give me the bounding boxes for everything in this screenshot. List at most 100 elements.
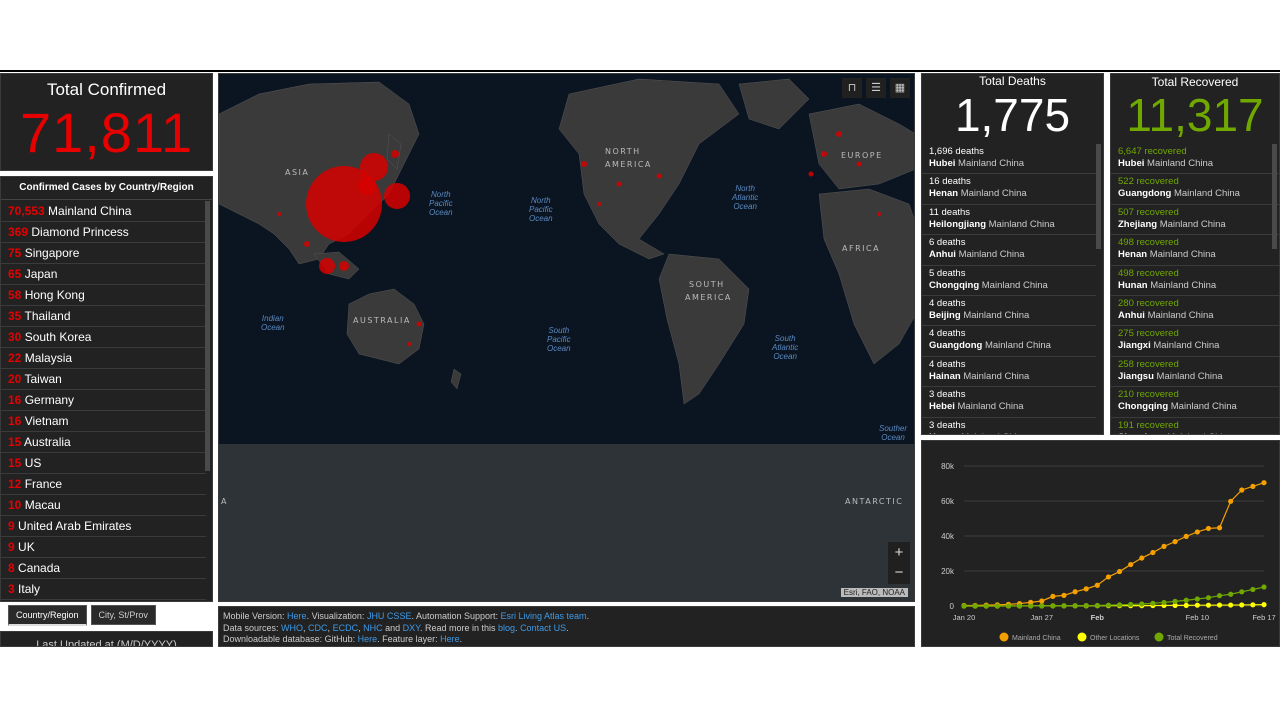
- country-row[interactable]: 9 UK: [1, 537, 206, 558]
- country-row[interactable]: 16 Vietnam: [1, 411, 206, 432]
- country-row[interactable]: 20 Taiwan: [1, 369, 206, 390]
- country-count: 12: [8, 477, 22, 491]
- province-name: Chongqing: [929, 279, 980, 291]
- zoom-out-button[interactable]: −: [888, 562, 910, 584]
- feature-layer-link[interactable]: Here: [440, 634, 460, 644]
- country-row[interactable]: 9 United Arab Emirates: [1, 516, 206, 537]
- recovered-row[interactable]: 210 recovered Chongqing Mainland China: [1111, 387, 1279, 418]
- qr-icon[interactable]: ▦: [890, 78, 910, 98]
- country-name: Mainland China: [48, 204, 132, 218]
- country-row[interactable]: 70,553 Mainland China: [1, 201, 206, 222]
- esri-team-link[interactable]: Esri Living Atlas team: [501, 611, 587, 621]
- label-north-atlantic: North Atlantic Ocean: [732, 184, 759, 211]
- deaths-list-scrollbar[interactable]: [1096, 144, 1101, 249]
- country-row[interactable]: 369 Diamond Princess: [1, 222, 206, 243]
- recovered-row[interactable]: 275 recovered Jiangxi Mainland China: [1111, 326, 1279, 357]
- github-link[interactable]: Here: [358, 634, 378, 644]
- case-bubble-us-east: [656, 173, 662, 179]
- recovered-list-scrollbar[interactable]: [1272, 144, 1277, 249]
- deaths-row[interactable]: 4 deaths Guangdong Mainland China: [922, 326, 1096, 357]
- deaths-row[interactable]: 4 deaths Hainan Mainland China: [922, 357, 1096, 388]
- country-row[interactable]: 75 Singapore: [1, 243, 206, 264]
- recovered-row[interactable]: 507 recovered Zhejiang Mainland China: [1111, 205, 1279, 236]
- country-row[interactable]: Philippines: [1, 600, 206, 601]
- recovered-row[interactable]: 498 recovered Henan Mainland China: [1111, 235, 1279, 266]
- country-row[interactable]: 58 Hong Kong: [1, 285, 206, 306]
- country-count: 70,553: [8, 204, 45, 218]
- country-count: 65: [8, 267, 22, 281]
- tab-city-state-province[interactable]: City, St/Prov: [90, 605, 156, 625]
- country-row[interactable]: 8 Canada: [1, 558, 206, 579]
- landmass-europe: [808, 103, 914, 190]
- country-list[interactable]: 70,553 Mainland China 369 Diamond Princes…: [1, 201, 206, 601]
- series-point-0: [1061, 592, 1067, 598]
- nhc-link[interactable]: NHC: [363, 623, 383, 633]
- contact-us-link[interactable]: Contact US: [520, 623, 566, 633]
- deaths-row[interactable]: 1,696 deaths Hubei Mainland China: [922, 144, 1096, 175]
- total-recovered-panel: Total Recovered 11,317 6,647 recovered Hu…: [1110, 73, 1280, 435]
- recovered-list[interactable]: 6,647 recovered Hubei Mainland China 522 r…: [1111, 144, 1279, 434]
- deaths-row[interactable]: 3 deathsHunan Mainland China: [922, 418, 1096, 434]
- map-view[interactable]: ⊓ ☰ ▦ ASIA NORTH AMERICA EUROPE AFRICA S…: [218, 73, 915, 602]
- series-point-2: [994, 603, 1000, 609]
- country-row[interactable]: 10 Macau: [1, 495, 206, 516]
- region-name: Mainland China: [1159, 218, 1226, 230]
- bookmark-icon[interactable]: ⊓: [842, 78, 862, 98]
- country-row[interactable]: 35 Thailand: [1, 306, 206, 327]
- country-row[interactable]: 12 France: [1, 474, 206, 495]
- label-australia: AUSTRALIA: [353, 316, 411, 325]
- recovered-row[interactable]: 498 recovered Hunan Mainland China: [1111, 266, 1279, 296]
- province-name: Henan: [1118, 249, 1148, 261]
- who-link[interactable]: WHO: [281, 623, 303, 633]
- dxy-link[interactable]: DXY: [403, 623, 420, 633]
- tab-country-region[interactable]: Country/Region: [8, 605, 87, 626]
- province-name: Hunan: [1118, 279, 1148, 291]
- country-row[interactable]: 22 Malaysia: [1, 348, 206, 369]
- deaths-row[interactable]: 11 deaths Heilongjiang Mainland China: [922, 205, 1096, 236]
- country-row[interactable]: 15 US: [1, 453, 206, 474]
- country-list-panel: Confirmed Cases by Country/Region 70,553…: [0, 176, 213, 602]
- blog-link[interactable]: blog: [498, 623, 515, 633]
- province-name: Chongqing: [1118, 401, 1169, 413]
- region-name: Mainland China: [1147, 158, 1214, 169]
- series-point-0: [1172, 539, 1178, 545]
- x-tick-label: Jan 27: [1031, 613, 1054, 622]
- province-name: Hainan: [929, 370, 961, 382]
- recovered-row[interactable]: 6,647 recovered Hubei Mainland China: [1111, 144, 1279, 175]
- province-name: Heilongjiang: [929, 218, 986, 230]
- case-bubble-uk: [856, 161, 862, 167]
- mobile-version-link[interactable]: Here: [287, 611, 307, 621]
- deaths-row[interactable]: 6 deaths Anhui Mainland China: [922, 235, 1096, 266]
- recovered-row[interactable]: 522 recovered Guangdong Mainland China: [1111, 174, 1279, 205]
- region-name: Mainland China: [963, 309, 1030, 321]
- deaths-list[interactable]: 1,696 deaths Hubei Mainland China 16 death…: [922, 144, 1096, 434]
- country-list-scrollbar[interactable]: [205, 201, 210, 471]
- landmass-south-america: [658, 253, 750, 405]
- deaths-row[interactable]: 4 deaths Beijing Mainland China: [922, 296, 1096, 327]
- recovered-row[interactable]: 191 recoveredShandong Mainland China: [1111, 418, 1279, 434]
- country-row[interactable]: 16 Germany: [1, 390, 206, 411]
- country-row[interactable]: 3 Italy: [1, 579, 206, 600]
- country-row[interactable]: 65 Japan: [1, 264, 206, 285]
- deaths-row[interactable]: 5 deaths Chongqing Mainland China: [922, 266, 1096, 296]
- cdc-link[interactable]: CDC: [308, 623, 328, 633]
- series-point-2: [1239, 589, 1245, 595]
- zoom-in-button[interactable]: +: [888, 542, 910, 564]
- deaths-row[interactable]: 3 deaths Hebei Mainland China: [922, 387, 1096, 418]
- country-row[interactable]: 30 South Korea: [1, 327, 206, 348]
- country-name: Singapore: [24, 246, 80, 260]
- total-recovered-value: 11,317: [1126, 89, 1264, 141]
- recovered-row[interactable]: 258 recovered Jiangsu Mainland China: [1111, 357, 1279, 388]
- country-list-header: Confirmed Cases by Country/Region: [1, 177, 212, 200]
- ecdc-link[interactable]: ECDC: [333, 623, 359, 633]
- series-point-0: [1261, 480, 1267, 486]
- label-south-america-1: SOUTH: [689, 280, 725, 289]
- y-tick-label: 60k: [941, 497, 955, 506]
- jhu-csse-link[interactable]: JHU CSSE: [367, 611, 412, 621]
- deaths-row[interactable]: 16 deaths Henan Mainland China: [922, 174, 1096, 205]
- country-row[interactable]: 15 Australia: [1, 432, 206, 453]
- series-point-2: [1172, 598, 1178, 604]
- recovered-row[interactable]: 280 recovered Anhui Mainland China: [1111, 296, 1279, 327]
- y-tick-label: 40k: [941, 532, 955, 541]
- list-icon[interactable]: ☰: [866, 78, 886, 98]
